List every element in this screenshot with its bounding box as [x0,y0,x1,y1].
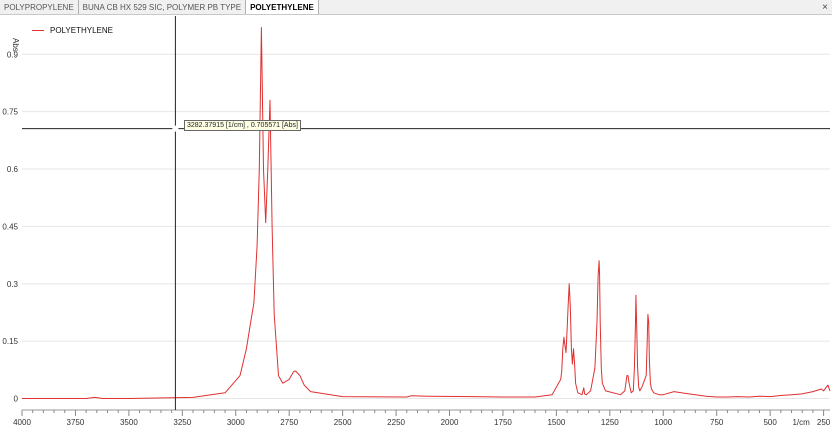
x-tick-label: 3250 [173,418,191,427]
y-tick-label: 0.3 [7,280,19,289]
y-tick-label: 0 [14,395,19,404]
chart-legend: POLYETHYLENE [32,26,113,35]
x-tick-label: 3750 [67,418,85,427]
y-tick-label: 0.15 [2,337,18,346]
cursor-center [172,125,179,132]
tab-polypropylene[interactable]: POLYPROPYLENE [0,0,79,14]
tab-polyethylene[interactable]: POLYETHYLENE [246,0,319,14]
x-tick-label: 2500 [334,418,352,427]
x-tick-label: 3000 [227,418,245,427]
x-tick-label: 1500 [547,418,565,427]
close-icon[interactable]: × [822,0,828,14]
series-line-polyethylene [22,27,831,399]
y-tick-label: 0.6 [7,165,19,174]
x-tick-label: 4000 [13,418,31,427]
document-tab-bar: POLYPROPYLENE BUNA CB HX 529 SIC, POLYME… [0,0,832,15]
legend-label: POLYETHYLENE [50,26,113,35]
spectrum-chart[interactable]: 00.150.30.450.60.750.9Abs4000 3750 3500 325… [0,14,832,428]
x-tick-label: 3500 [120,418,138,427]
tab-buna-cb[interactable]: BUNA CB HX 529 SIC, POLYMER PB TYPE [79,0,247,14]
x-tick-label: 2250 [387,418,405,427]
x-tick-label: 1250 [601,418,619,427]
cursor-readout: 3282.37915 [1/cm] , 0.705571 [Abs] [184,120,301,131]
x-axis-label: 1/cm [792,418,810,427]
x-tick-label: 2000 [441,418,459,427]
x-tick-label: 750 [710,418,724,427]
x-tick-label: 2750 [280,418,298,427]
y-tick-label: 0.45 [2,222,18,231]
x-tick-label: 1750 [494,418,512,427]
x-tick-label: 250 [817,418,831,427]
x-tick-label: 500 [763,418,777,427]
legend-swatch [32,30,44,31]
y-tick-label: 0.75 [2,108,18,117]
x-tick-label: 1000 [654,418,672,427]
y-axis-label: Abs [11,38,20,52]
